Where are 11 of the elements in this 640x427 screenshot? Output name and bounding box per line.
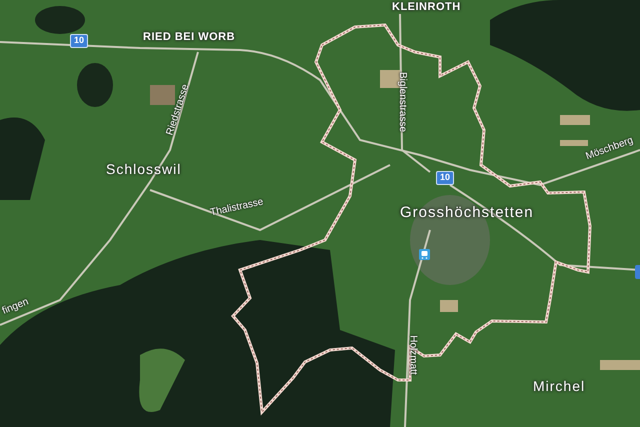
route-number-shield: 10 (70, 34, 88, 48)
street-label: fingen (1, 297, 30, 317)
place-label: RIED BEI WORB (143, 31, 236, 43)
route-number-shield: 10 (436, 171, 454, 185)
street-label: Thalistrasse (210, 198, 264, 218)
route-shield-icon (635, 265, 640, 279)
place-label: KLEINROTH (392, 1, 461, 13)
street-label: Holzmatt (408, 335, 418, 375)
street-label: Biglenstrasse (397, 72, 408, 132)
bus-stop-icon[interactable] (419, 249, 430, 260)
place-label: Mirchel (533, 378, 586, 394)
